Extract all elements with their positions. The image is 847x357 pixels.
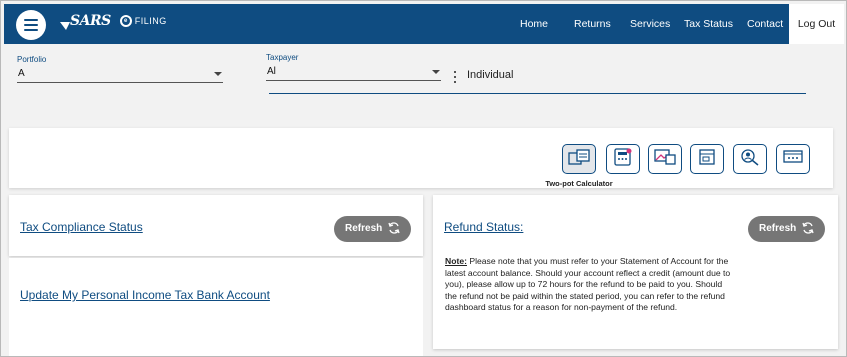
chevron-down-icon	[214, 72, 222, 76]
menu-line-icon	[24, 24, 38, 26]
taxpayer-selector-panel: Portfolio A Taxpayer Al Individual	[4, 44, 844, 124]
user-search-icon	[739, 147, 761, 172]
nav-home[interactable]: Home	[520, 4, 548, 44]
taxpayer-label: Taxpayer	[266, 53, 299, 62]
quick-tools-panel: Two-pot Calculator	[9, 128, 833, 188]
refund-refresh-button[interactable]: Refresh	[748, 216, 825, 242]
logo-chevron-icon	[60, 17, 70, 30]
logo-subtitle: FILING	[134, 16, 167, 26]
tax-calculator-button[interactable]	[606, 144, 640, 174]
refresh-label: Refresh	[345, 223, 383, 234]
monitor-icon	[782, 148, 804, 171]
note-label: Note:	[445, 256, 467, 266]
nav-services[interactable]: Services	[630, 4, 670, 44]
nav-contact[interactable]: Contact	[747, 4, 783, 44]
portfolio-label: Portfolio	[17, 55, 47, 64]
menu-line-icon	[24, 29, 38, 31]
efiling-mark-icon: e	[119, 15, 132, 27]
sars-efiling-logo[interactable]: SARS e FILING	[60, 13, 167, 30]
refresh-icon	[801, 221, 815, 238]
document-button[interactable]	[690, 144, 724, 174]
document-icon	[697, 148, 717, 171]
gallery-icon	[654, 148, 676, 171]
tax-calculator-icon	[613, 147, 633, 172]
bank-account-card: Update My Personal Income Tax Bank Accou…	[9, 258, 423, 356]
gallery-button[interactable]	[648, 144, 682, 174]
refund-status-card: Refund Status: Refresh Note: Please note…	[433, 195, 838, 349]
note-text: Please note that you must refer to your …	[445, 256, 731, 313]
monitor-button[interactable]	[776, 144, 810, 174]
nav-tax-status[interactable]: Tax Status	[684, 4, 733, 44]
nav-returns[interactable]: Returns	[574, 4, 611, 44]
taxpayer-value: Al	[267, 66, 276, 77]
top-navigation-bar: SARS e FILING Home Returns Services Tax …	[4, 4, 844, 44]
refund-status-link[interactable]: Refund Status:	[444, 220, 523, 234]
chevron-down-icon	[432, 70, 440, 74]
refresh-label: Refresh	[759, 223, 797, 234]
refresh-icon	[387, 221, 401, 238]
tax-compliance-link[interactable]: Tax Compliance Status	[20, 220, 143, 234]
user-search-button[interactable]	[733, 144, 767, 174]
logout-button[interactable]: Log Out	[789, 4, 844, 44]
app-frame: SARS e FILING Home Returns Services Tax …	[0, 0, 847, 357]
hamburger-menu-button[interactable]	[16, 10, 46, 40]
selector-divider	[269, 93, 806, 94]
two-pot-calculator-icon	[568, 148, 590, 171]
more-options-icon[interactable]	[453, 71, 457, 83]
logo-wordmark: SARS	[70, 13, 111, 29]
portfolio-select[interactable]: A	[17, 67, 223, 83]
tax-compliance-card: Tax Compliance Status Refresh	[9, 195, 423, 256]
portfolio-value: A	[18, 68, 25, 79]
tool-caption: Two-pot Calculator	[545, 179, 613, 188]
update-bank-account-link[interactable]: Update My Personal Income Tax Bank Accou…	[20, 288, 270, 302]
taxpayer-type: Individual	[467, 69, 514, 81]
tax-compliance-refresh-button[interactable]: Refresh	[334, 216, 411, 242]
menu-line-icon	[24, 19, 38, 21]
two-pot-calculator-button[interactable]	[562, 144, 596, 174]
refund-note: Note: Please note that you must refer to…	[445, 256, 735, 314]
taxpayer-select[interactable]: Al	[266, 65, 441, 81]
